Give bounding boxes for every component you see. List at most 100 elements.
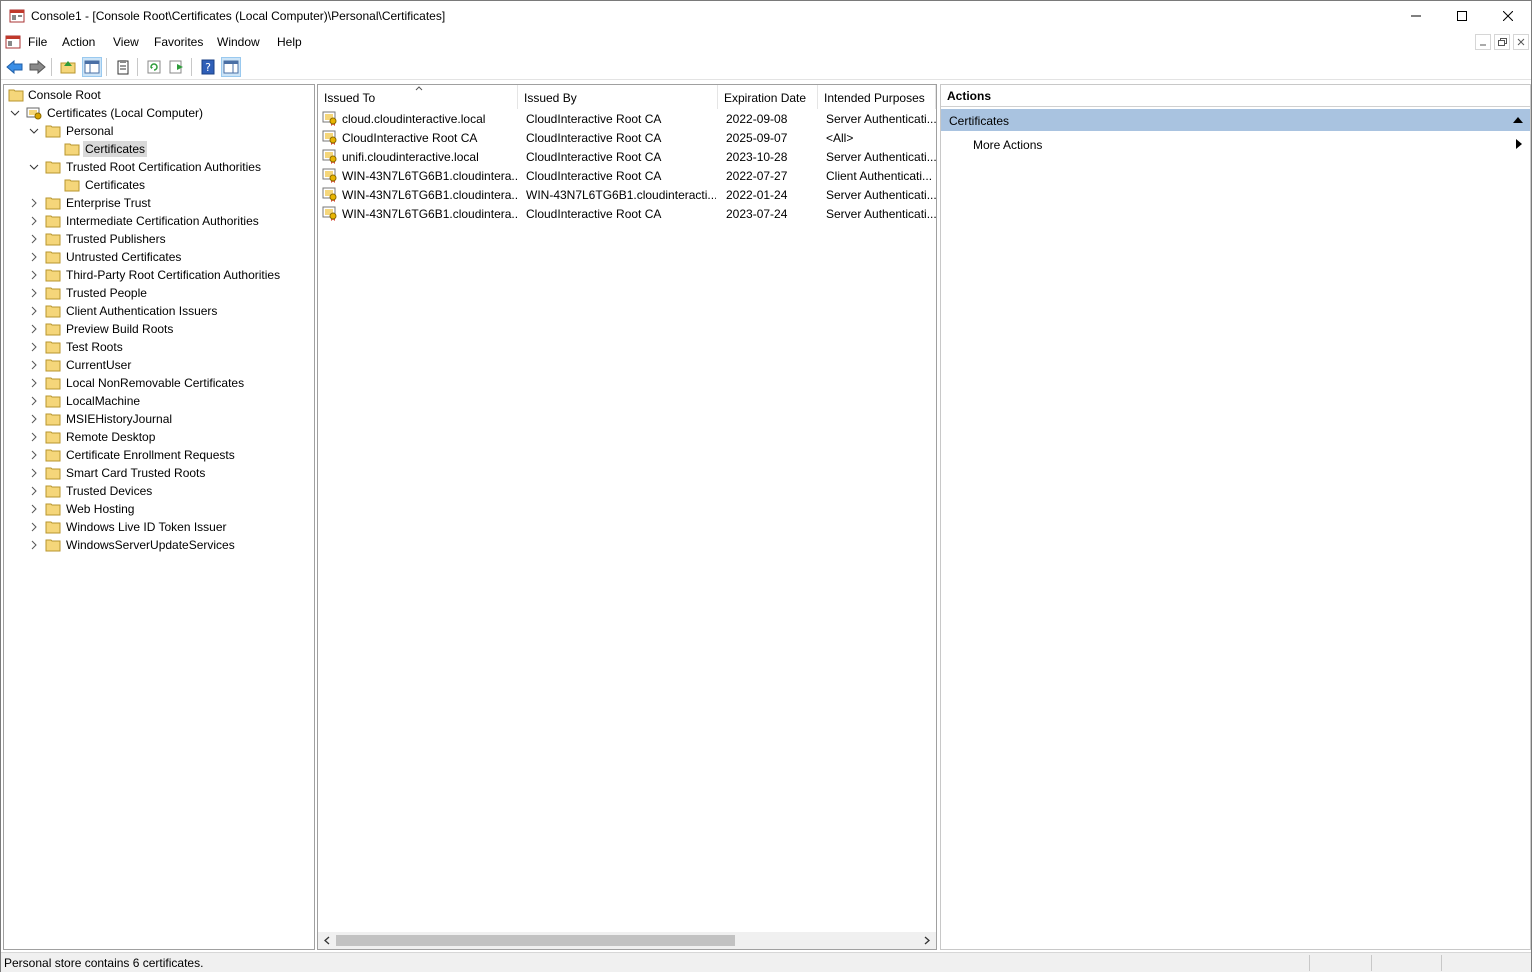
chevron-right-icon[interactable] bbox=[29, 450, 39, 460]
scroll-left-icon[interactable] bbox=[321, 935, 333, 946]
tree-node-certificates-local-computer[interactable]: Certificates (Local Computer) bbox=[4, 104, 304, 122]
chevron-right-icon[interactable] bbox=[29, 486, 39, 496]
refresh-button[interactable] bbox=[144, 57, 164, 77]
folder-icon bbox=[45, 467, 61, 480]
chevron-down-icon[interactable] bbox=[10, 108, 20, 118]
menu-file[interactable]: File bbox=[28, 35, 47, 49]
table-row[interactable]: WIN-43N7L6TG6B1.cloudintera... WIN-43N7L6… bbox=[318, 186, 936, 205]
table-row[interactable]: WIN-43N7L6TG6B1.cloudintera... CloudInter… bbox=[318, 205, 936, 224]
tree-node-personal[interactable]: Personal bbox=[4, 122, 304, 140]
child-minimize-button[interactable] bbox=[1475, 34, 1491, 50]
tree-node-store[interactable]: Client Authentication Issuers bbox=[4, 302, 304, 320]
tree-node-store[interactable]: WindowsServerUpdateServices bbox=[4, 536, 304, 554]
tree-node-store[interactable]: Windows Live ID Token Issuer bbox=[4, 518, 304, 536]
chevron-right-icon[interactable] bbox=[29, 540, 39, 550]
chevron-right-icon[interactable] bbox=[29, 432, 39, 442]
minimize-button[interactable] bbox=[1393, 1, 1439, 31]
tree-node-store[interactable]: Trusted Publishers bbox=[4, 230, 304, 248]
maximize-button[interactable] bbox=[1439, 1, 1485, 31]
console-icon[interactable] bbox=[5, 34, 21, 50]
tree-node-personal-certificates[interactable]: Certificates bbox=[4, 140, 304, 158]
sort-ascending-icon bbox=[415, 86, 423, 91]
tree-node-store[interactable]: Smart Card Trusted Roots bbox=[4, 464, 304, 482]
menu-help[interactable]: Help bbox=[277, 35, 302, 49]
column-issued-to[interactable]: Issued To bbox=[318, 85, 518, 109]
tree-node-store[interactable]: Untrusted Certificates bbox=[4, 248, 304, 266]
chevron-right-icon[interactable] bbox=[29, 198, 39, 208]
chevron-right-icon[interactable] bbox=[29, 252, 39, 262]
export-list-button[interactable] bbox=[167, 57, 187, 77]
chevron-right-icon[interactable] bbox=[29, 522, 39, 532]
chevron-right-icon[interactable] bbox=[29, 270, 39, 280]
tree-node-store[interactable]: Intermediate Certification Authorities bbox=[4, 212, 304, 230]
show-hide-action-pane-button[interactable] bbox=[221, 57, 241, 77]
tree-node-store[interactable]: Enterprise Trust bbox=[4, 194, 304, 212]
chevron-right-icon[interactable] bbox=[29, 396, 39, 406]
chevron-right-icon[interactable] bbox=[29, 342, 39, 352]
properties-button[interactable] bbox=[113, 57, 133, 77]
tree-node-store[interactable]: Trusted People bbox=[4, 284, 304, 302]
table-row[interactable]: unifi.cloudinteractive.local CloudInterac… bbox=[318, 148, 936, 167]
menu-favorites[interactable]: Favorites bbox=[154, 35, 203, 49]
console-tree[interactable]: Console Root Certificates (Local Compute… bbox=[3, 84, 315, 950]
collapse-up-icon[interactable] bbox=[1513, 117, 1523, 123]
chevron-right-icon[interactable] bbox=[29, 468, 39, 478]
column-issued-by[interactable]: Issued By bbox=[518, 85, 718, 109]
chevron-right-icon[interactable] bbox=[29, 216, 39, 226]
tree-node-store[interactable]: MSIEHistoryJournal bbox=[4, 410, 304, 428]
menu-window[interactable]: Window bbox=[217, 35, 260, 49]
menu-view[interactable]: View bbox=[113, 35, 139, 49]
column-expiration-date[interactable]: Expiration Date bbox=[718, 85, 818, 109]
more-actions-item[interactable]: More Actions bbox=[973, 138, 1042, 152]
scroll-right-icon[interactable] bbox=[921, 935, 933, 946]
tree-node-store[interactable]: Test Roots bbox=[4, 338, 304, 356]
tree-node-store[interactable]: Third-Party Root Certification Authoriti… bbox=[4, 266, 304, 284]
tree-node-trusted-root[interactable]: Trusted Root Certification Authorities bbox=[4, 158, 304, 176]
submenu-arrow-icon[interactable] bbox=[1516, 139, 1522, 149]
up-one-level-button[interactable] bbox=[58, 57, 78, 77]
chevron-right-icon[interactable] bbox=[29, 360, 39, 370]
tree-node-store[interactable]: Certificate Enrollment Requests bbox=[4, 446, 304, 464]
tree-node-store[interactable]: CurrentUser bbox=[4, 356, 304, 374]
tree-node-store[interactable]: Remote Desktop bbox=[4, 428, 304, 446]
certificate-icon bbox=[322, 206, 337, 221]
chevron-right-icon[interactable] bbox=[29, 414, 39, 424]
folder-icon bbox=[64, 143, 80, 156]
tree-node-store[interactable]: Preview Build Roots bbox=[4, 320, 304, 338]
table-row[interactable]: CloudInteractive Root CA CloudInteractive… bbox=[318, 129, 936, 148]
certificate-list[interactable]: Issued To Issued By Expiration Date Inte… bbox=[317, 84, 937, 950]
horizontal-scrollbar[interactable] bbox=[318, 932, 936, 949]
chevron-right-icon[interactable] bbox=[29, 288, 39, 298]
back-button[interactable] bbox=[5, 57, 25, 77]
actions-title: Actions bbox=[947, 89, 992, 103]
child-restore-button[interactable] bbox=[1494, 34, 1510, 50]
child-close-button[interactable] bbox=[1513, 34, 1529, 50]
mmc-window: Console1 - [Console Root\Certificates (L… bbox=[0, 0, 1532, 972]
tree-node-store[interactable]: Web Hosting bbox=[4, 500, 304, 518]
menu-action[interactable]: Action bbox=[62, 35, 95, 49]
tree-node-store[interactable]: LocalMachine bbox=[4, 392, 304, 410]
tree-node-console-root[interactable]: Console Root bbox=[4, 86, 304, 104]
forward-icon bbox=[29, 59, 46, 75]
chevron-right-icon[interactable] bbox=[29, 504, 39, 514]
close-button[interactable] bbox=[1485, 1, 1531, 31]
table-row[interactable]: WIN-43N7L6TG6B1.cloudintera... CloudInter… bbox=[318, 167, 936, 186]
chevron-right-icon[interactable] bbox=[29, 378, 39, 388]
chevron-right-icon[interactable] bbox=[29, 234, 39, 244]
chevron-down-icon[interactable] bbox=[29, 126, 39, 136]
chevron-right-icon[interactable] bbox=[29, 306, 39, 316]
chevron-down-icon[interactable] bbox=[29, 162, 39, 172]
tree-node-trusted-root-certificates[interactable]: Certificates bbox=[4, 176, 304, 194]
forward-button[interactable] bbox=[27, 57, 47, 77]
column-intended-purposes[interactable]: Intended Purposes bbox=[818, 85, 936, 109]
table-row[interactable]: cloud.cloudinteractive.local CloudInterac… bbox=[318, 110, 936, 129]
show-hide-console-tree-button[interactable] bbox=[82, 57, 102, 77]
tree-node-store[interactable]: Trusted Devices bbox=[4, 482, 304, 500]
actions-section-certificates[interactable]: Certificates bbox=[941, 109, 1530, 131]
help-button[interactable]: ? bbox=[198, 57, 218, 77]
scrollbar-thumb[interactable] bbox=[336, 935, 735, 946]
chevron-right-icon[interactable] bbox=[29, 324, 39, 334]
tree-node-store[interactable]: Local NonRemovable Certificates bbox=[4, 374, 304, 392]
maximize-icon bbox=[1457, 11, 1467, 21]
up-folder-icon bbox=[60, 61, 76, 74]
